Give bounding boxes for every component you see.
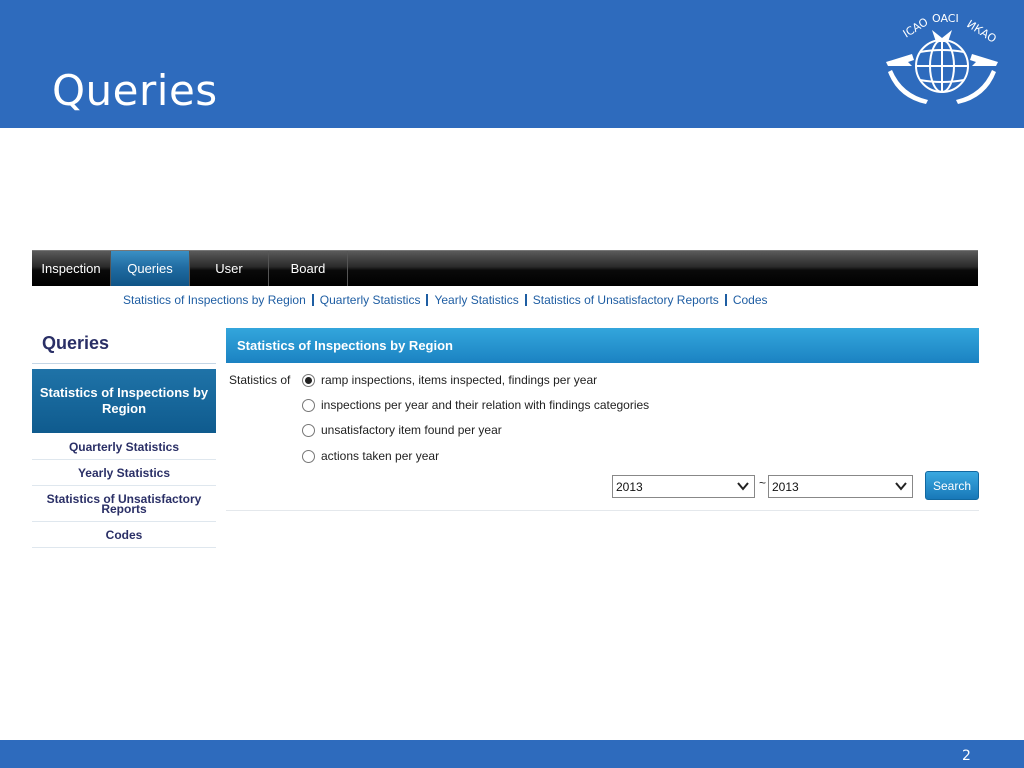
radio-option-ramp-inspections[interactable]: ramp inspections, items inspected, findi… (302, 372, 597, 388)
range-separator: ~ (759, 476, 767, 490)
year-to-select[interactable]: 2013 (768, 475, 913, 498)
subnav-link-codes[interactable]: Codes (733, 293, 768, 307)
sidebar-item-quarterly[interactable]: Quarterly Statistics (32, 434, 216, 460)
panel-divider (226, 510, 979, 511)
sidebar-item-inspections-by-region[interactable]: Statistics of Inspections by Region (32, 369, 216, 433)
topnav-board[interactable]: Board (269, 251, 348, 286)
subnav-separator (724, 294, 727, 306)
sidebar-title: Queries (42, 333, 110, 353)
radio-label: unsatisfactory item found per year (321, 423, 502, 437)
topnav-queries[interactable]: Queries (111, 251, 190, 286)
icao-logo: ICAO OACI ИКАО ICAO • OACI • ИКАО • 国际民航… (878, 8, 1006, 120)
subnav-separator (426, 294, 429, 306)
topnav-inspection[interactable]: Inspection (32, 251, 111, 286)
radio-label: inspections per year and their relation … (321, 398, 650, 412)
radio-option-unsatisfactory-item[interactable]: unsatisfactory item found per year (302, 422, 502, 438)
svg-text:ИКАО: ИКАО (964, 18, 999, 46)
panel-title: Statistics of Inspections by Region (237, 338, 453, 353)
chevron-down-icon (895, 482, 907, 491)
radio-button[interactable] (302, 398, 315, 412)
chevron-down-icon (737, 482, 749, 491)
sub-navigation: Statistics of Inspections by Region Quar… (123, 292, 768, 308)
search-button[interactable]: Search (925, 471, 979, 500)
year-from-select[interactable]: 2013 (612, 475, 755, 498)
year-from-value: 2013 (616, 479, 643, 494)
radio-option-inspections-per-year[interactable]: inspections per year and their relation … (302, 397, 649, 413)
radio-label: actions taken per year (321, 449, 440, 463)
subnav-link-yearly[interactable]: Yearly Statistics (434, 293, 518, 307)
sidebar-item-yearly[interactable]: Yearly Statistics (32, 460, 216, 486)
radio-button[interactable] (302, 423, 315, 437)
panel-header: Statistics of Inspections by Region (226, 328, 979, 363)
statistics-of-label: Statistics of (229, 373, 291, 387)
year-to-value: 2013 (772, 479, 799, 494)
subnav-separator (311, 294, 314, 306)
radio-option-actions-taken[interactable]: actions taken per year (302, 448, 439, 464)
radio-button[interactable] (302, 449, 315, 463)
subnav-separator (524, 294, 527, 306)
radio-button-selected[interactable] (302, 373, 315, 387)
subnav-link-unsatisfactory[interactable]: Statistics of Unsatisfactory Reports (533, 293, 719, 307)
svg-text:OACI: OACI (932, 12, 959, 25)
slide-title: Queries (52, 66, 218, 115)
subnav-link-quarterly[interactable]: Quarterly Statistics (320, 293, 421, 307)
icao-emblem-icon: ICAO OACI ИКАО (886, 12, 999, 104)
page-number: 2 (962, 748, 971, 764)
slide-footer (0, 740, 1024, 768)
sidebar-divider (32, 363, 216, 364)
top-navigation: Inspection Queries User Board (32, 250, 978, 286)
sidebar-item-unsatisfactory[interactable]: Statistics of Unsatisfactory Reports (32, 486, 216, 522)
subnav-link-inspections-by-region[interactable]: Statistics of Inspections by Region (123, 293, 306, 307)
radio-label: ramp inspections, items inspected, findi… (321, 373, 598, 387)
svg-text:ICAO: ICAO (901, 15, 931, 40)
topnav-user[interactable]: User (190, 251, 269, 286)
sidebar-item-codes[interactable]: Codes (32, 522, 216, 548)
